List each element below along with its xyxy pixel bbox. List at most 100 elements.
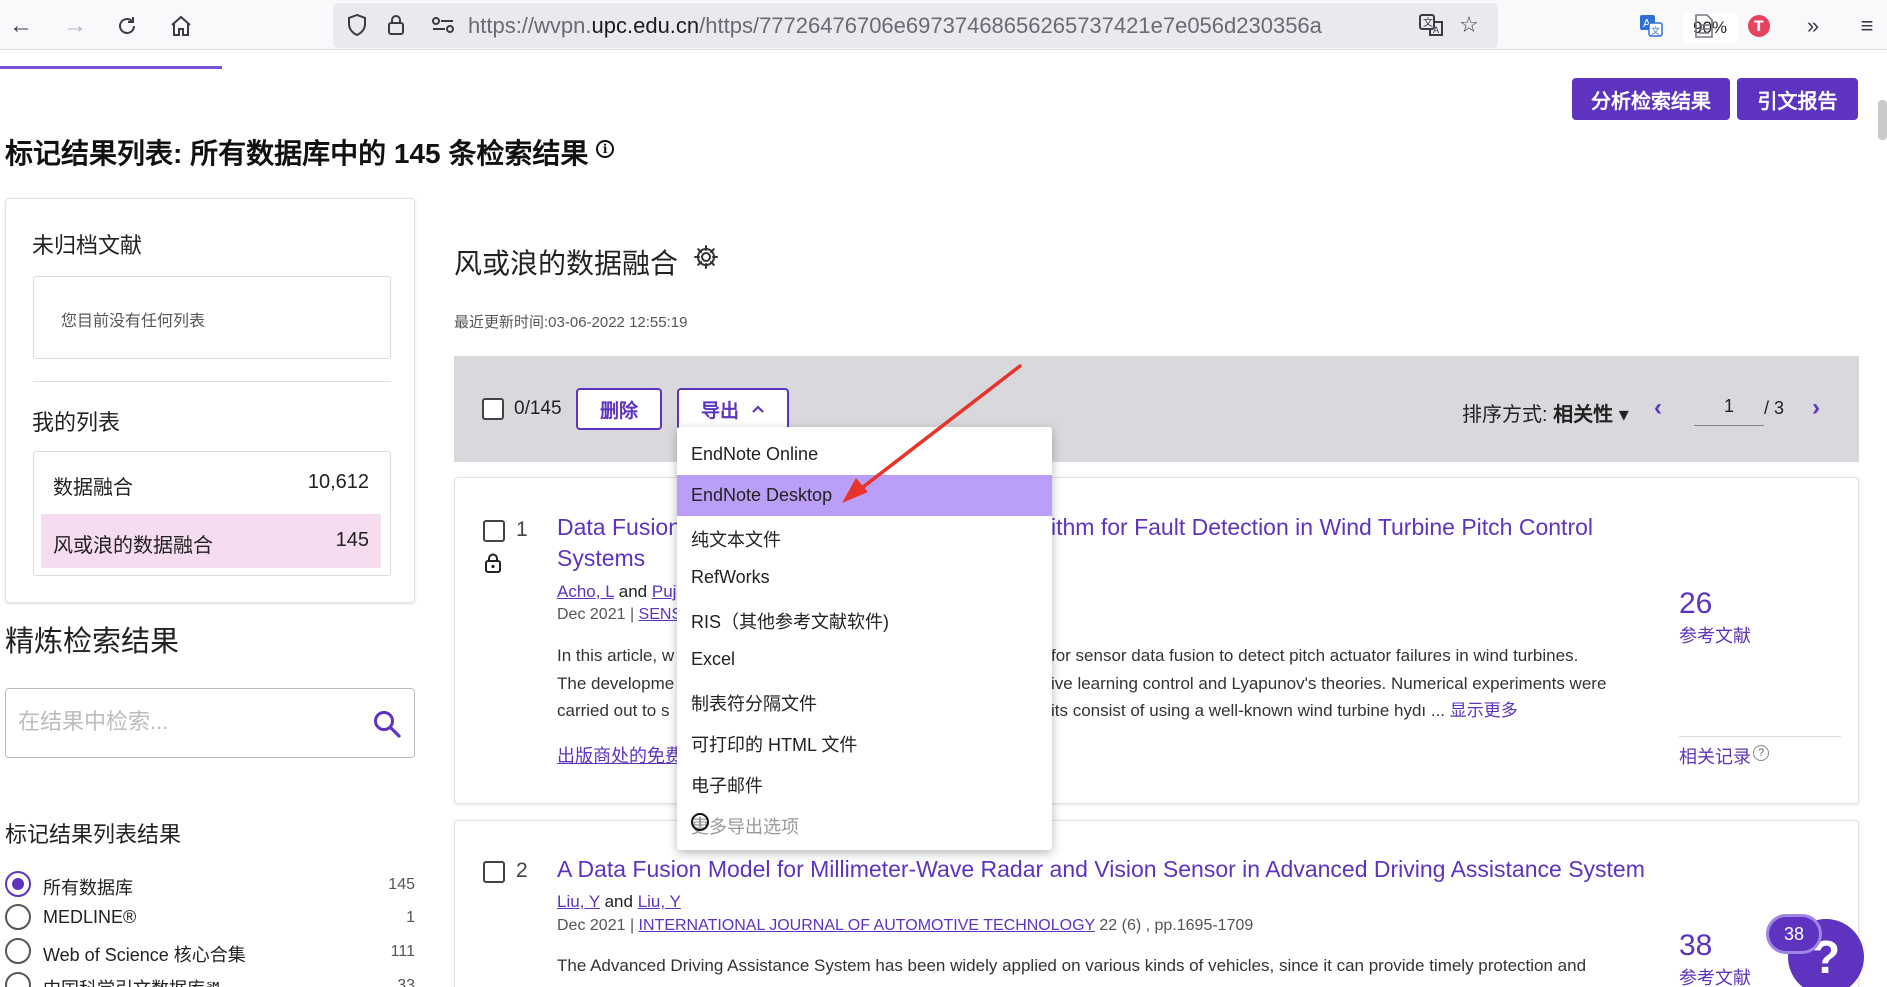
divider — [1679, 736, 1841, 737]
forward-icon[interactable]: → — [58, 10, 92, 42]
db-option-all[interactable]: 所有数据库 145 — [5, 870, 415, 900]
citation-count[interactable]: 38 — [1679, 929, 1712, 963]
lock-icon — [485, 553, 501, 573]
free-full-text-link[interactable]: 出版商处的免费 — [557, 742, 683, 768]
select-all-checkbox[interactable] — [482, 398, 504, 420]
home-icon[interactable] — [164, 10, 198, 42]
export-option-email[interactable]: 电子邮件 — [677, 762, 1052, 803]
info-icon[interactable]: i — [691, 813, 709, 831]
refine-search-box — [5, 688, 415, 758]
last-updated: 最近更新时间:03-06-2022 12:55:19 — [454, 314, 688, 331]
page-title-text: 标记结果列表: 所有数据库中的 145 条检索结果 — [5, 138, 589, 169]
record-title[interactable]: Data Fusion — [557, 511, 681, 543]
record-checkbox[interactable] — [483, 861, 505, 883]
overflow-chevrons-icon[interactable]: » — [1796, 10, 1830, 42]
empty-list-box: 您目前没有任何列表 — [33, 276, 391, 359]
citation-label[interactable]: 参考文献 — [1679, 964, 1751, 987]
db-option-cscd[interactable]: 中国科学引文数据库℠ 33 — [5, 971, 415, 987]
analyze-results-button[interactable]: 分析检索结果 — [1572, 78, 1730, 120]
lock-icon[interactable] — [379, 9, 413, 41]
export-button[interactable]: 导出 — [677, 388, 789, 430]
site-permissions-icon[interactable] — [426, 9, 460, 41]
scrollbar-thumb[interactable] — [1878, 100, 1887, 140]
address-bar[interactable]: https://wvpn.upc.edu.cn/https/7772647670… — [333, 3, 1737, 48]
url-text[interactable]: https://wvpn.upc.edu.cn/https/7772647670… — [468, 13, 1338, 39]
sort-control[interactable]: 排序方式: 相关性 ▾ — [1462, 398, 1629, 427]
record-index: 2 — [516, 859, 528, 882]
record-title[interactable]: A Data Fusion Model for Millimeter-Wave … — [557, 853, 1645, 885]
my-lists: 数据融合 10,612 风或浪的数据融合 145 — [33, 451, 391, 576]
svg-text:文: 文 — [1423, 16, 1433, 29]
reload-icon[interactable] — [110, 10, 144, 42]
record-card: 2 A Data Fusion Model for Millimeter-Wav… — [454, 820, 1859, 987]
shield-icon[interactable] — [340, 9, 374, 41]
delete-button[interactable]: 删除 — [576, 388, 662, 430]
record-abstract: The Advanced Driving Assistance System h… — [557, 956, 1587, 975]
citation-report-button[interactable]: 引文报告 — [1737, 78, 1858, 120]
journal-link[interactable]: INTERNATIONAL JOURNAL OF AUTOMOTIVE TECH… — [639, 917, 1095, 934]
menu-icon[interactable]: ≡ — [1850, 10, 1884, 42]
radio[interactable] — [5, 938, 31, 964]
export-option-ris[interactable]: RIS（其他参考文献软件) — [677, 598, 1052, 639]
author-link[interactable]: Acho, L — [557, 582, 614, 601]
bookmark-star-icon[interactable]: ☆ — [1452, 9, 1486, 41]
list-item-data-fusion[interactable]: 数据融合 10,612 — [41, 456, 381, 510]
author-link[interactable]: Puj — [652, 582, 677, 601]
export-option-printable-html[interactable]: 可打印的 HTML 文件 — [677, 721, 1052, 762]
no-list-text: 您目前没有任何列表 — [61, 313, 206, 330]
export-option-excel[interactable]: Excel — [677, 639, 1052, 680]
help-badge-icon[interactable]: ? — [1753, 745, 1769, 761]
gear-icon[interactable] — [693, 244, 719, 270]
extension-icon[interactable]: T — [1742, 10, 1776, 42]
radio-selected[interactable] — [5, 871, 31, 897]
radio[interactable] — [5, 904, 31, 930]
author-link[interactable]: Liu, Y — [638, 892, 681, 911]
radio[interactable] — [5, 972, 31, 987]
info-icon[interactable]: i — [596, 139, 615, 158]
prev-page-icon[interactable]: ‹ — [1654, 394, 1662, 422]
record-authors: Acho, L and Puj — [557, 582, 677, 601]
record-authors: Liu, Y and Liu, Y — [557, 892, 681, 911]
my-lists-heading: 我的列表 — [32, 410, 121, 435]
uncategorized-heading: 未归档文献 — [32, 233, 143, 258]
export-option-tab-delimited[interactable]: 制表符分隔文件 — [677, 680, 1052, 721]
reader-view-icon[interactable] — [1687, 10, 1721, 42]
caret-down-icon: ▾ — [1618, 404, 1629, 426]
page-number-input[interactable] — [1694, 388, 1764, 426]
export-option-plain-text[interactable]: 纯文本文件 — [677, 516, 1052, 557]
next-page-icon[interactable]: › — [1812, 394, 1820, 422]
show-more-link[interactable]: 显示更多 — [1450, 701, 1518, 720]
page-total: / 3 — [1764, 398, 1785, 418]
record-title-continued[interactable]: ithm for Fault Detection in Wind Turbine… — [1051, 511, 1593, 543]
selected-count: 0/145 — [514, 398, 562, 419]
citation-count[interactable]: 26 — [1679, 587, 1712, 621]
export-option-more: 更多导出选项 i — [691, 813, 799, 837]
results-toolbar: 0/145 删除 导出 排序方式: 相关性 ▾ ‹ / 3 › — [454, 356, 1859, 462]
list-name-title: 风或浪的数据融合 — [454, 248, 679, 279]
search-icon[interactable] — [372, 709, 402, 739]
record-checkbox[interactable] — [483, 520, 505, 542]
back-icon[interactable]: ← — [4, 10, 38, 42]
related-records-link[interactable]: 相关记录? — [1679, 743, 1769, 769]
lists-panel: 未归档文献 您目前没有任何列表 我的列表 数据融合 10,612 风或浪的数据融… — [5, 198, 415, 603]
list-item-wind-wave-fusion[interactable]: 风或浪的数据融合 145 — [41, 514, 381, 568]
record-title-line2[interactable]: Systems — [557, 542, 645, 574]
db-option-wos-core[interactable]: Web of Science 核心合集 111 — [5, 937, 415, 967]
db-option-medline[interactable]: MEDLINE® 1 — [5, 903, 415, 933]
export-option-refworks[interactable]: RefWorks — [677, 557, 1052, 598]
browser-toolbar: ← → https://wvpn.upc.edu.cn/https/777264… — [0, 0, 1887, 50]
record-meta: Dec 2021 | SENS — [557, 606, 683, 623]
translate-icon[interactable]: 文A — [1414, 9, 1448, 41]
journal-link[interactable]: SENS — [639, 606, 683, 623]
divider — [33, 381, 391, 382]
help-count-badge[interactable]: 38 — [1766, 914, 1822, 954]
author-link[interactable]: Liu, Y — [557, 892, 600, 911]
svg-text:文: 文 — [1651, 25, 1660, 37]
chevron-up-icon — [752, 405, 764, 413]
annotation-arrow — [842, 364, 1022, 503]
svg-text:A: A — [1433, 26, 1440, 36]
citation-label[interactable]: 参考文献 — [1679, 622, 1751, 648]
refine-search-input[interactable] — [18, 709, 348, 735]
translate-extension-icon[interactable]: A文 — [1634, 10, 1668, 42]
refine-title: 精炼检索结果 — [5, 626, 180, 658]
